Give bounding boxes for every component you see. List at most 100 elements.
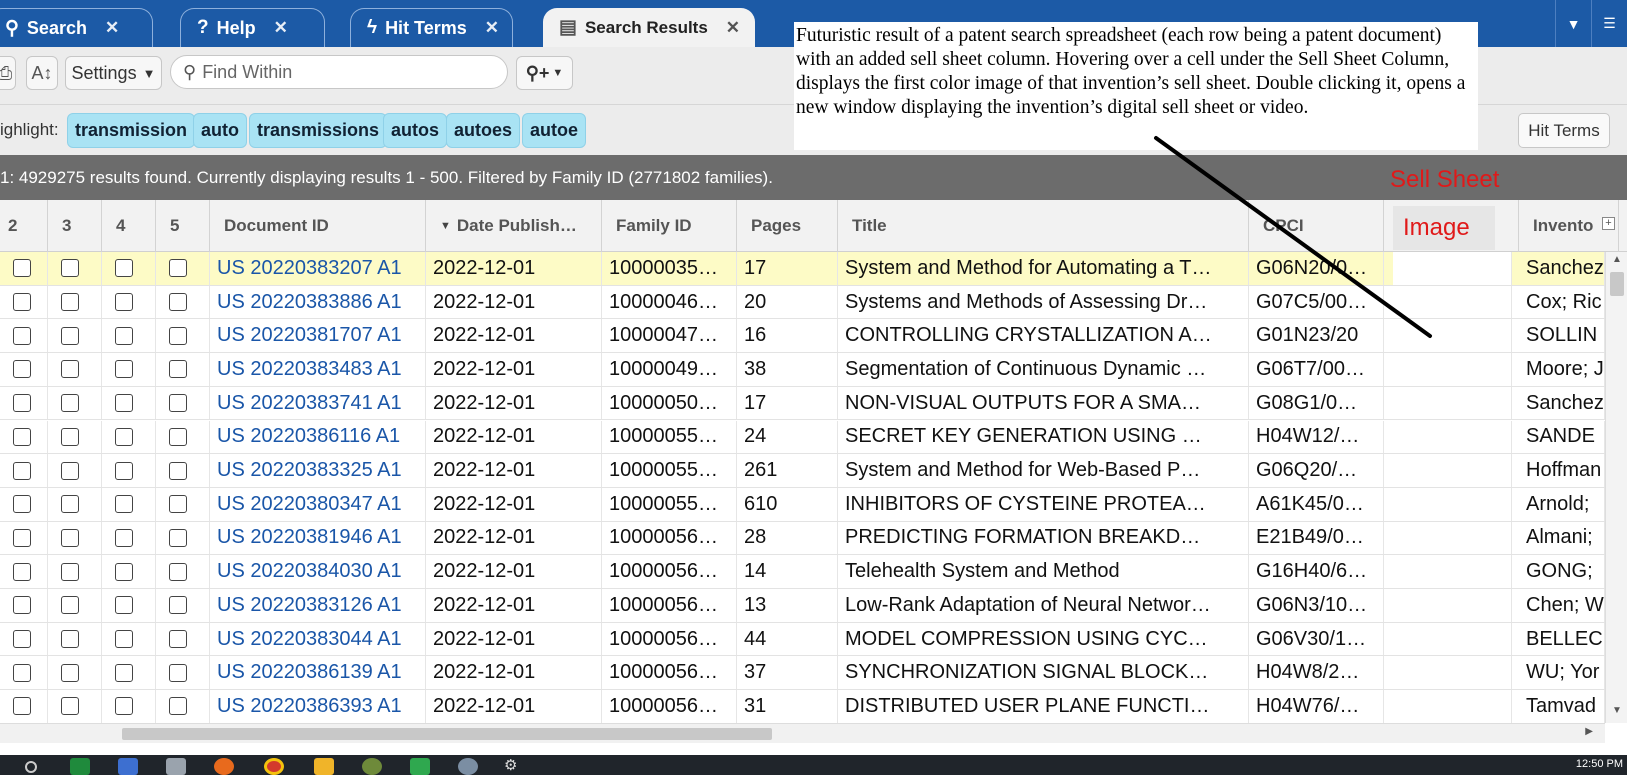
column-header[interactable]: 4 [102,200,156,252]
scroll-thumb[interactable] [1610,272,1624,296]
row-checkbox[interactable] [61,528,79,547]
row-checkbox[interactable] [13,697,31,716]
row-checkbox[interactable] [61,360,79,379]
table-row[interactable]: US 20220381707 A1 2022-12-01 10000047… 1… [0,319,1605,354]
row-checkbox[interactable] [169,596,187,615]
column-header[interactable]: 5 [156,200,210,252]
row-checkbox[interactable] [169,562,187,581]
table-row[interactable]: US 20220386393 A1 2022-12-01 10000056… 3… [0,690,1605,723]
column-header-cpci[interactable]: CPCI [1249,200,1384,252]
sell-sheet-cell[interactable] [1393,285,1512,319]
row-checkbox[interactable] [61,427,79,446]
row-checkbox[interactable] [115,394,133,413]
row-checkbox[interactable] [13,528,31,547]
highlight-chip[interactable]: autoe [522,113,587,148]
hit-search-options-button[interactable]: ⚲+ ▼ [516,56,573,90]
column-header[interactable]: 3 [48,200,102,252]
table-row[interactable]: US 20220386139 A1 2022-12-01 10000056… 3… [0,656,1605,691]
table-row[interactable]: US 20220383741 A1 2022-12-01 10000050… 1… [0,386,1605,421]
column-header[interactable]: 2 [0,200,48,252]
document-id-link[interactable]: US 20220383886 A1 [210,285,426,319]
row-checkbox[interactable] [13,461,31,480]
row-checkbox[interactable] [13,394,31,413]
app-icon[interactable] [166,758,186,775]
row-checkbox[interactable] [61,461,79,480]
row-checkbox[interactable] [13,562,31,581]
table-row[interactable]: US 20220386116 A1 2022-12-01 10000055… 2… [0,420,1605,455]
table-row[interactable]: US 20220383483 A1 2022-12-01 10000049… 3… [0,353,1605,387]
row-checkbox[interactable] [115,495,133,514]
row-checkbox[interactable] [61,259,79,278]
font-size-icon[interactable]: A↕ [26,56,58,90]
table-row[interactable]: US 20220383207 A1 2022-12-01 10000035… 1… [0,252,1605,286]
sell-sheet-cell[interactable] [1393,252,1512,285]
tab-search-results[interactable]: ▤ Search Results ✕ [543,8,755,47]
column-header-family-id[interactable]: Family ID [602,200,737,252]
row-checkbox[interactable] [13,293,31,312]
sell-sheet-cell[interactable] [1393,656,1512,690]
document-id-link[interactable]: US 20220383741 A1 [210,386,426,420]
document-id-link[interactable]: US 20220383207 A1 [210,252,426,285]
row-checkbox[interactable] [13,495,31,514]
row-checkbox[interactable] [169,461,187,480]
row-checkbox[interactable] [13,596,31,615]
close-icon[interactable]: ✕ [105,18,119,38]
document-id-link[interactable]: US 20220386116 A1 [210,420,426,454]
app-icon[interactable] [410,758,430,775]
horizontal-scrollbar[interactable]: ▶ [0,723,1605,743]
row-checkbox[interactable] [13,326,31,345]
table-row[interactable]: US 20220383044 A1 2022-12-01 10000056… 4… [0,622,1605,657]
row-checkbox[interactable] [61,596,79,615]
highlight-chip[interactable]: autoes [446,113,521,148]
row-checkbox[interactable] [115,360,133,379]
column-header-date-published[interactable]: ▼ Date Publish… [426,200,602,252]
table-row[interactable]: US 20220381946 A1 2022-12-01 10000056… 2… [0,521,1605,556]
row-checkbox[interactable] [61,495,79,514]
row-checkbox[interactable] [13,360,31,379]
close-icon[interactable]: ✕ [726,18,740,38]
search-icon[interactable] [25,761,37,773]
sell-sheet-cell[interactable] [1393,622,1512,656]
hit-terms-button[interactable]: Hit Terms [1518,113,1610,148]
print-icon[interactable]: ⎙ [0,56,16,90]
row-checkbox[interactable] [13,427,31,446]
firefox-icon[interactable] [214,758,234,775]
row-checkbox[interactable] [115,326,133,345]
close-icon[interactable]: ✕ [274,18,288,38]
document-id-link[interactable]: US 20220380347 A1 [210,487,426,521]
highlight-chip[interactable]: transmissions [249,113,388,148]
row-checkbox[interactable] [115,697,133,716]
row-checkbox[interactable] [115,630,133,649]
word-icon[interactable] [118,758,138,775]
sell-sheet-cell[interactable] [1393,319,1512,353]
tab-search[interactable]: ⚲ Search ✕ [0,8,153,47]
sell-sheet-cell[interactable] [1393,487,1512,521]
document-id-link[interactable]: US 20220386393 A1 [210,690,426,723]
menu-icon[interactable]: ☰ [1591,0,1627,47]
highlight-chip[interactable]: autos [383,113,448,148]
column-header-document-id[interactable]: Document ID [210,200,426,252]
row-checkbox[interactable] [13,259,31,278]
sell-sheet-cell[interactable] [1393,690,1512,723]
document-id-link[interactable]: US 20220383126 A1 [210,589,426,622]
sell-sheet-cell[interactable] [1393,454,1512,487]
table-row[interactable]: US 20220383325 A1 2022-12-01 10000055… 2… [0,454,1605,488]
tab-hit-terms[interactable]: ϟ Hit Terms ✕ [350,8,513,47]
row-checkbox[interactable] [13,630,31,649]
row-checkbox[interactable] [169,259,187,278]
row-checkbox[interactable] [169,495,187,514]
row-checkbox[interactable] [169,427,187,446]
settings-dropdown[interactable]: Settings ▼ [65,56,162,90]
sell-sheet-cell[interactable] [1393,353,1512,386]
row-checkbox[interactable] [169,697,187,716]
chrome-icon[interactable] [264,758,284,775]
gear-icon[interactable]: ⚙ [504,756,524,774]
vertical-scrollbar[interactable]: ▲ ▼ [1605,252,1627,723]
table-row[interactable]: US 20220383126 A1 2022-12-01 10000056… 1… [0,589,1605,623]
document-id-link[interactable]: US 20220383325 A1 [210,454,426,487]
folder-icon[interactable] [314,758,334,775]
row-checkbox[interactable] [115,596,133,615]
highlight-chip[interactable]: transmission [67,113,196,148]
row-checkbox[interactable] [61,293,79,312]
document-id-link[interactable]: US 20220386139 A1 [210,656,426,690]
